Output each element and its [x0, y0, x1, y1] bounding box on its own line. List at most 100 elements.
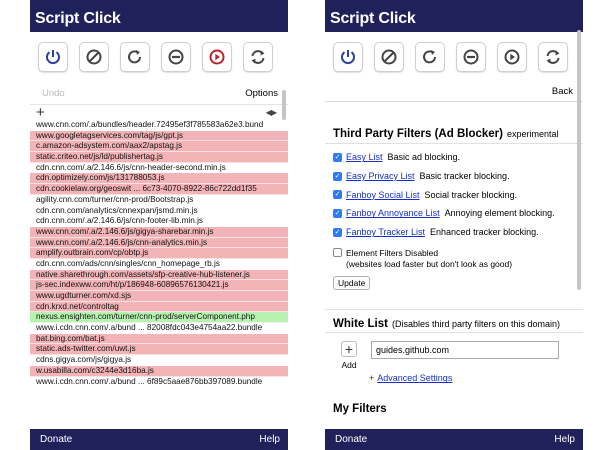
filter-row: ✓ Easy List Basic ad blocking.	[325, 148, 583, 167]
minus-button[interactable]	[456, 42, 486, 72]
whitelist-add[interactable]: + Add	[333, 341, 365, 370]
expand-icon: +	[369, 373, 375, 384]
filter-row: ✓ Fanboy Social List Social tracker blocki…	[325, 185, 583, 204]
script-url-row[interactable]: www.ugdturner.com/xd.sjs	[30, 291, 288, 302]
filter-link[interactable]: Easy Privacy List	[346, 171, 415, 181]
reload-button[interactable]	[415, 42, 445, 72]
back-button[interactable]: Back	[552, 86, 573, 97]
script-url-row[interactable]: js-sec.indexww.com/ht/p/186948-608965761…	[30, 280, 288, 291]
filter-checkbox[interactable]: ✓	[333, 190, 342, 200]
play-circle-icon	[208, 48, 226, 66]
no-entry-icon	[380, 48, 398, 66]
sync-button[interactable]	[538, 42, 568, 72]
minus-circle-icon	[167, 48, 185, 66]
script-url-row[interactable]: static.criteo.net/js/ld/publishertag.js	[30, 152, 288, 163]
options-button[interactable]: Options	[245, 88, 278, 99]
play-button[interactable]	[202, 42, 232, 72]
script-url-row[interactable]: www.i.cdn.cnn.com/.a/bund ... 82008fdc04…	[30, 323, 288, 334]
minus-button[interactable]	[161, 42, 191, 72]
scrollbar[interactable]	[282, 90, 286, 120]
block-button[interactable]	[374, 42, 404, 72]
add-icon[interactable]: +	[36, 104, 45, 121]
power-button[interactable]	[333, 42, 363, 72]
element-filters-row: Element Filters Disabled (websites load …	[325, 241, 583, 273]
script-url-row[interactable]: nexus.ensighten.com/turner/cnn-prod/serv…	[30, 312, 288, 324]
donate-link[interactable]: Donate	[40, 434, 72, 445]
play-button[interactable]	[497, 42, 527, 72]
filter-link[interactable]: Fanboy Annoyance List	[346, 208, 440, 218]
no-entry-icon	[85, 48, 103, 66]
script-url-row[interactable]: cdn.krxd.net/controltag	[30, 301, 288, 313]
sync-icon	[249, 48, 267, 66]
collapse-arrows-icon[interactable]: ◀▶	[266, 108, 277, 117]
filter-description: Basic tracker blocking.	[419, 171, 510, 182]
element-filters-checkbox[interactable]	[333, 248, 342, 258]
help-link[interactable]: Help	[554, 434, 575, 445]
filter-link[interactable]: Fanboy Social List	[346, 190, 420, 200]
script-url-row[interactable]: agility.cnn.com/turner/cnn-prod/Bootstra…	[30, 195, 288, 206]
back-row: Back	[325, 82, 583, 102]
sync-button[interactable]	[243, 42, 273, 72]
footer: Donate Help	[325, 429, 583, 450]
element-filters-label: Element Filters Disabled	[346, 248, 439, 259]
donate-link[interactable]: Donate	[335, 434, 367, 445]
filter-checkbox[interactable]: ✓	[333, 208, 342, 218]
script-url-row[interactable]: cdn.cnn.com/ads/cnn/singles/cnn_homepage…	[30, 259, 288, 270]
script-url-row[interactable]: c.amazon-adsystem.com/aax2/apstag.js	[30, 141, 288, 153]
filter-checkbox[interactable]: ✓	[333, 171, 342, 181]
script-url-row[interactable]: cdn.cnn.com/.a/2.146.6/js/cnn-footer-lib…	[30, 216, 288, 227]
scrollbar[interactable]	[577, 30, 581, 290]
third-party-filters-title: Third Party Filters (Ad Blocker) experime…	[325, 120, 583, 144]
script-url-row[interactable]: cdn.cnn.com/analytics/cnnexpan/jsmd.min.…	[30, 206, 288, 217]
right-panel: Script Click Back Third Party Filters (A…	[325, 0, 583, 450]
filter-description: Annoying element blocking.	[444, 208, 555, 219]
update-button[interactable]: Update	[333, 276, 371, 291]
reload-button[interactable]	[120, 42, 150, 72]
advanced-settings-link[interactable]: Advanced Settings	[377, 373, 452, 383]
script-url-row[interactable]: www.i.cdn.cnn.com/.a/bund ... 6f89c5aae8…	[30, 377, 288, 388]
script-url-row[interactable]: cdn.cnn.com/.a/2.146.6/js/cnn-header-sec…	[30, 163, 288, 174]
whitelist-title: White List (Disables third party filters …	[325, 309, 583, 334]
script-url-row[interactable]: www.cnn.com/.a/2.146.6/js/cnn-analytics.…	[30, 237, 288, 249]
reload-icon	[126, 48, 144, 66]
whitelist-domain-input[interactable]	[371, 341, 559, 360]
script-url-list: www.cnn.com/.a/bundles/header.72495ef3f7…	[30, 120, 288, 388]
my-filters-title: My Filters	[333, 403, 387, 416]
filter-checkbox[interactable]: ✓	[333, 152, 342, 162]
script-url-row[interactable]: www.googletagservices.com/tag/js/gpt.js	[30, 130, 288, 142]
script-url-row[interactable]: bat.bing.com/bat.js	[30, 333, 288, 345]
options-row: Undo Options	[30, 82, 288, 104]
script-url-row[interactable]: cdn.optimizely.com/js/131788053.js	[30, 173, 288, 185]
script-url-row[interactable]: cdn.cookielaw.org/geoswit ... 6c73-4070-…	[30, 184, 288, 195]
script-url-row[interactable]: cdns.gigya.com/js/gigya.js	[30, 355, 288, 366]
filter-checkbox[interactable]: ✓	[333, 227, 342, 237]
filter-link[interactable]: Easy List	[346, 152, 383, 162]
advanced-settings-row: + Advanced Settings	[325, 370, 583, 383]
script-url-row[interactable]: www.cnn.com/.a/bundles/header.72495ef3f7…	[30, 120, 288, 131]
block-button[interactable]	[79, 42, 109, 72]
script-url-row[interactable]: www.cnn.com/.a/2.146.6/js/gigya-sharebar…	[30, 226, 288, 238]
filter-link[interactable]: Fanboy Tracker List	[346, 227, 425, 237]
filter-description: Enhanced tracker blocking.	[430, 227, 539, 238]
left-panel: Script Click Undo Options + ◀▶ www.cnn.c…	[30, 0, 288, 450]
power-button[interactable]	[38, 42, 68, 72]
whitelist-row: + Add	[325, 333, 583, 370]
script-url-row[interactable]: static.ads-twitter.com/uwt.js	[30, 344, 288, 356]
reload-icon	[421, 48, 439, 66]
script-url-row[interactable]: native.sharethrough.com/assets/sfp-creat…	[30, 269, 288, 281]
script-url-row[interactable]: amplify.outbrain.com/cp/obtp.js	[30, 248, 288, 259]
filter-list: ✓ Easy List Basic ad blocking. ✓ Easy Privac…	[325, 148, 583, 241]
power-icon	[44, 48, 62, 66]
filter-row: ✓ Fanboy Tracker List Enhanced tracker blo…	[325, 223, 583, 242]
undo-button[interactable]: Undo	[42, 88, 65, 99]
play-circle-icon	[503, 48, 521, 66]
toolbar	[325, 32, 583, 82]
app-title: Script Click	[30, 0, 288, 32]
list-controls: + ◀▶	[30, 104, 288, 121]
script-url-row[interactable]: w.usabilla.com/c3244e3d16ba.js	[30, 365, 288, 377]
help-link[interactable]: Help	[259, 434, 280, 445]
toolbar	[30, 32, 288, 82]
element-filters-note: (websites load faster but don't look as …	[346, 259, 513, 270]
add-icon[interactable]: +	[341, 341, 357, 358]
filter-row: ✓ Easy Privacy List Basic tracker blocking…	[325, 167, 583, 186]
